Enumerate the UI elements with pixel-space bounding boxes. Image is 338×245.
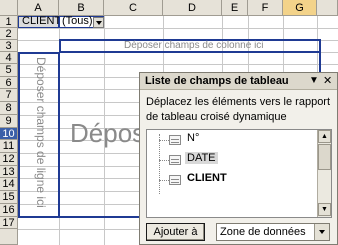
column-header-d[interactable]: D: [163, 0, 222, 16]
field-label-no: N°: [187, 132, 200, 144]
row-header-15[interactable]: 15: [0, 191, 18, 204]
row-header-2[interactable]: 2: [0, 28, 18, 40]
tree-connector: [159, 180, 169, 181]
panel-menu-dropdown-icon[interactable]: ▼: [309, 75, 319, 87]
row-drop-zone-text: Déposer champs de ligne ici: [34, 57, 48, 208]
chevron-down-icon[interactable]: [314, 224, 329, 240]
row-header-18[interactable]: [0, 229, 18, 245]
row-header-12[interactable]: 12: [0, 153, 18, 166]
column-header-g[interactable]: G: [283, 0, 317, 16]
field-list-scrollbar[interactable]: ▲ ▼: [317, 130, 331, 217]
row-header-13[interactable]: 13: [0, 166, 18, 178]
column-header-e[interactable]: E: [222, 0, 248, 16]
page-field-dropdown-button[interactable]: [93, 17, 104, 28]
tree-line: [159, 134, 160, 194]
field-icon: [169, 155, 181, 165]
column-header-a[interactable]: A: [18, 0, 59, 16]
row-header-5[interactable]: 5: [0, 64, 18, 77]
row-header-1[interactable]: 1: [0, 16, 18, 28]
panel-close-icon[interactable]: ✕: [323, 75, 332, 87]
scroll-down-arrow-icon[interactable]: ▼: [318, 203, 331, 216]
scroll-up-arrow-icon[interactable]: ▲: [318, 130, 331, 143]
row-header-7[interactable]: 7: [0, 89, 18, 102]
column-header-f[interactable]: F: [248, 0, 283, 16]
row-header-17[interactable]: 17: [0, 217, 18, 229]
row-header-14[interactable]: 14: [0, 178, 18, 191]
column-header-b[interactable]: B: [59, 0, 104, 16]
field-list-box: N° DATE CLIENT ▲ ▼: [146, 129, 332, 218]
data-drop-zone-text: Dépos: [70, 118, 146, 148]
row-header-10[interactable]: 10: [0, 128, 18, 140]
field-label-client: CLIENT: [187, 172, 227, 184]
panel-title-bar[interactable]: Liste de champs de tableau: [140, 73, 337, 90]
add-to-button[interactable]: Ajouter à: [146, 223, 205, 241]
row-header-9[interactable]: 9: [0, 115, 18, 128]
excel-window: A B C D E F G 1 2 3 4 5 6 7 8 9 10 11 12…: [0, 0, 338, 245]
row-header-4[interactable]: 4: [0, 52, 18, 64]
row-header-6[interactable]: 6: [0, 77, 18, 89]
column-header-c[interactable]: C: [104, 0, 163, 16]
select-all-corner[interactable]: [0, 0, 18, 16]
row-header-11[interactable]: 11: [0, 140, 18, 153]
panel-title: Liste de champs de tableau: [145, 75, 289, 87]
area-dropdown-value: Zone de données: [220, 226, 306, 238]
page-field-value: (Tous): [62, 15, 93, 27]
scrollbar-thumb[interactable]: [318, 144, 331, 170]
row-header-16[interactable]: 16: [0, 204, 18, 217]
pivot-field-list-panel: Liste de champs de tableau ▼ ✕ Déplacez …: [139, 72, 338, 245]
row-header-8[interactable]: 8: [0, 102, 18, 115]
panel-description: Déplacez les éléments vers le rapport de…: [146, 96, 331, 123]
tree-connector: [159, 140, 169, 141]
tree-connector: [159, 160, 169, 161]
field-icon: [169, 175, 181, 185]
column-header-h[interactable]: [317, 0, 338, 16]
field-icon: [169, 135, 181, 145]
row-header-3[interactable]: 3: [0, 40, 18, 52]
area-dropdown[interactable]: Zone de données: [216, 223, 330, 241]
column-drop-zone-text: Déposer champs de colonne ici: [124, 40, 264, 51]
page-field-client-label: CLIENT: [22, 15, 62, 27]
field-label-date: DATE: [185, 152, 218, 164]
